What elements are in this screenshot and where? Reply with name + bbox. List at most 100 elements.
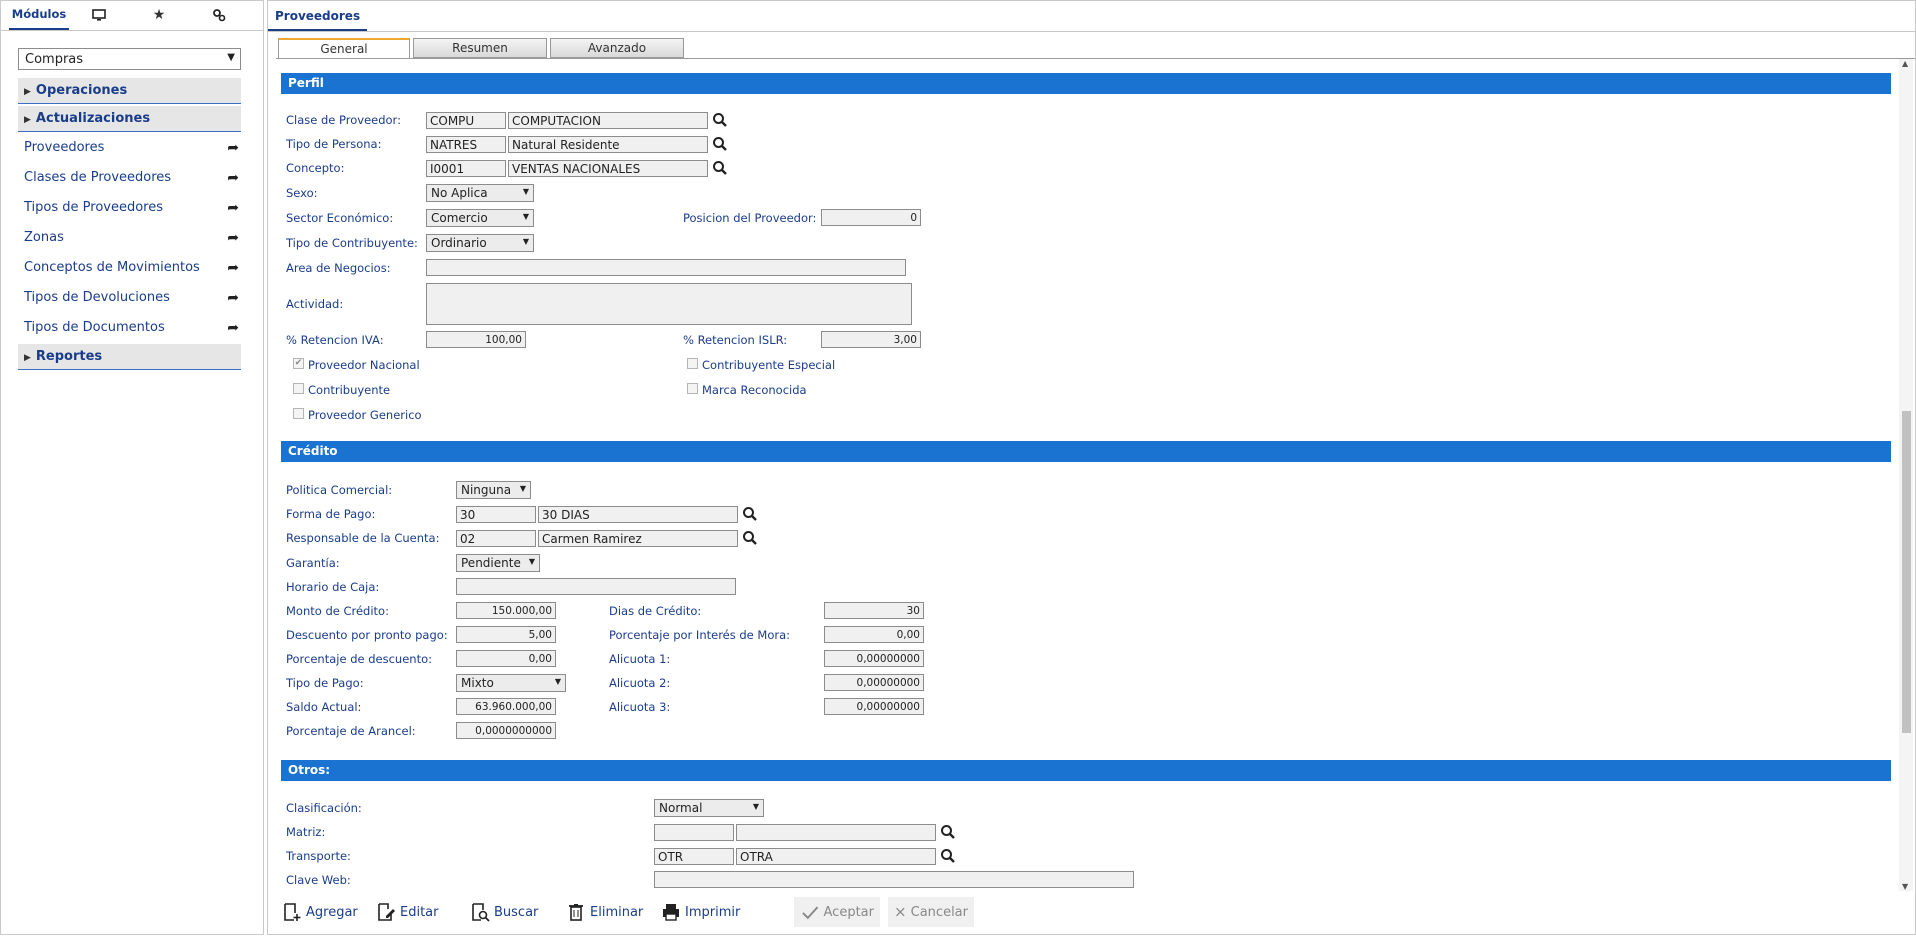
alic1-input[interactable]: 0,00000000 xyxy=(824,650,924,667)
menu-item-clases[interactable]: Clases de Proveedores ➦ xyxy=(24,170,239,190)
scroll-down-icon[interactable]: ▼ xyxy=(1902,882,1908,891)
menu-item-proveedores[interactable]: Proveedores ➦ xyxy=(24,140,239,160)
descuento-pp-label: Descuento por pronto pago: xyxy=(286,628,448,642)
subtab-general[interactable]: General xyxy=(278,38,410,59)
matriz-desc-input[interactable] xyxy=(736,824,936,841)
subtab-avanzado[interactable]: Avanzado xyxy=(550,38,684,58)
forma-code-input[interactable]: 30 xyxy=(456,506,536,523)
arancel-input[interactable]: 0,0000000000 xyxy=(456,722,556,739)
scroll-up-icon[interactable]: ▲ xyxy=(1902,59,1908,68)
menu-item-devoluciones[interactable]: Tipos de Devoluciones ➦ xyxy=(24,290,239,310)
dias-input[interactable]: 30 xyxy=(824,602,924,619)
module-select[interactable]: Compras ▼ xyxy=(18,48,241,70)
sexo-select[interactable]: No Aplica ▼ xyxy=(426,184,534,202)
especial-checkbox[interactable] xyxy=(687,358,698,369)
area-input[interactable] xyxy=(426,259,906,276)
share-arrow-icon[interactable]: ➦ xyxy=(227,230,239,246)
menu-group-actualizaciones[interactable]: ▶ Actualizaciones xyxy=(18,106,241,132)
politica-select[interactable]: Ninguna ▼ xyxy=(456,481,531,499)
posicion-input[interactable]: 0 xyxy=(821,209,921,226)
resp-code-input[interactable]: 02 xyxy=(456,530,536,547)
persona-desc-input[interactable]: Natural Residente xyxy=(508,136,708,153)
star-icon[interactable]: ★ xyxy=(129,0,189,30)
search-file-icon xyxy=(472,903,490,922)
aceptar-button[interactable]: Aceptar xyxy=(794,897,880,927)
transp-code-input[interactable]: OTR xyxy=(654,848,734,865)
chevron-down-icon: ▼ xyxy=(227,52,235,63)
buscar-button[interactable]: Buscar xyxy=(464,897,544,927)
menu-item-zonas[interactable]: Zonas ➦ xyxy=(24,230,239,250)
menu-group-operaciones[interactable]: ▶ Operaciones xyxy=(18,78,241,104)
menu-item-conceptos[interactable]: Conceptos de Movimientos ➦ xyxy=(24,260,239,280)
tipo-pago-select[interactable]: Mixto ▼ xyxy=(456,674,566,692)
search-icon[interactable] xyxy=(742,506,758,522)
menu-group-reportes[interactable]: ▶ Reportes xyxy=(18,344,241,370)
search-icon[interactable] xyxy=(712,160,728,176)
editar-button[interactable]: Editar xyxy=(370,897,445,927)
sexo-select-value: No Aplica xyxy=(431,186,488,200)
menu-item-label: Tipos de Proveedores xyxy=(24,200,163,215)
menu-group-label: Reportes xyxy=(35,349,103,364)
persona-code-input[interactable]: NATRES xyxy=(426,136,506,153)
saldo-input[interactable]: 63.960.000,00 xyxy=(456,698,556,715)
tab-proveedores[interactable]: Proveedores xyxy=(268,1,368,31)
politica-label: Politica Comercial: xyxy=(286,483,393,497)
concepto-code-input[interactable]: I0001 xyxy=(426,160,506,177)
settings-icon[interactable] xyxy=(189,0,249,30)
transp-desc-input[interactable]: OTRA xyxy=(736,848,936,865)
clave-input[interactable] xyxy=(654,871,1134,888)
monitor-icon[interactable] xyxy=(69,0,129,30)
clasif-select[interactable]: Normal ▼ xyxy=(654,799,764,817)
contribuyente-tipo-select[interactable]: Ordinario ▼ xyxy=(426,234,534,252)
persona-label: Tipo de Persona: xyxy=(286,137,382,151)
matriz-code-input[interactable] xyxy=(654,824,734,841)
sector-select[interactable]: Comercio ▼ xyxy=(426,209,534,227)
search-icon[interactable] xyxy=(940,824,956,840)
scroll-thumb[interactable] xyxy=(1902,411,1911,733)
tipo-pago-select-value: Mixto xyxy=(461,676,494,690)
cancelar-button[interactable]: Cancelar xyxy=(888,897,974,927)
share-arrow-icon[interactable]: ➦ xyxy=(227,260,239,276)
horario-input[interactable] xyxy=(456,578,736,595)
clase-code-input[interactable]: COMPU xyxy=(426,112,506,129)
forma-desc-input[interactable]: 30 DIAS xyxy=(538,506,738,523)
resp-desc-input[interactable]: Carmen Ramirez xyxy=(538,530,738,547)
actividad-textarea[interactable] xyxy=(426,283,912,325)
form-scrollbar[interactable]: ▲ ▼ xyxy=(1899,59,1913,891)
share-arrow-icon[interactable]: ➦ xyxy=(227,200,239,216)
search-icon[interactable] xyxy=(712,136,728,152)
clase-desc-input[interactable]: COMPUTACION xyxy=(508,112,708,129)
transp-label: Transporte: xyxy=(286,849,351,863)
search-icon[interactable] xyxy=(940,848,956,864)
eliminar-button[interactable]: Eliminar xyxy=(560,897,649,927)
marca-checkbox[interactable] xyxy=(687,383,698,394)
ret-iva-input[interactable]: 100,00 xyxy=(426,331,526,348)
concepto-desc-input[interactable]: VENTAS NACIONALES xyxy=(508,160,708,177)
porc-desc-input[interactable]: 0,00 xyxy=(456,650,556,667)
imprimir-button[interactable]: Imprimir xyxy=(655,897,746,927)
menu-item-tipos-proveedores[interactable]: Tipos de Proveedores ➦ xyxy=(24,200,239,220)
alic2-input[interactable]: 0,00000000 xyxy=(824,674,924,691)
search-icon[interactable] xyxy=(742,530,758,546)
share-arrow-icon[interactable]: ➦ xyxy=(227,320,239,336)
matriz-label: Matriz: xyxy=(286,825,326,839)
agregar-button[interactable]: Agregar xyxy=(276,897,364,927)
share-arrow-icon[interactable]: ➦ xyxy=(227,290,239,306)
mora-input[interactable]: 0,00 xyxy=(824,626,924,643)
contribuyente-checkbox[interactable] xyxy=(293,383,304,394)
generico-checkbox[interactable] xyxy=(293,408,304,419)
garantia-select[interactable]: Pendiente ▼ xyxy=(456,554,540,572)
share-arrow-icon[interactable]: ➦ xyxy=(227,170,239,186)
subtab-resumen[interactable]: Resumen xyxy=(413,38,547,58)
nacional-checkbox[interactable]: ✔ xyxy=(293,358,304,369)
tab-modulos[interactable]: Módulos xyxy=(9,0,69,30)
descuento-pp-input[interactable]: 5,00 xyxy=(456,626,556,643)
monto-input[interactable]: 150.000,00 xyxy=(456,602,556,619)
share-arrow-icon[interactable]: ➦ xyxy=(227,140,239,156)
search-icon[interactable] xyxy=(712,112,728,128)
alic3-input[interactable]: 0,00000000 xyxy=(824,698,924,715)
contribuyente-label: Contribuyente xyxy=(308,383,391,397)
menu-item-documentos[interactable]: Tipos de Documentos ➦ xyxy=(24,320,239,340)
especial-label: Contribuyente Especial xyxy=(702,358,836,372)
ret-islr-input[interactable]: 3,00 xyxy=(821,331,921,348)
